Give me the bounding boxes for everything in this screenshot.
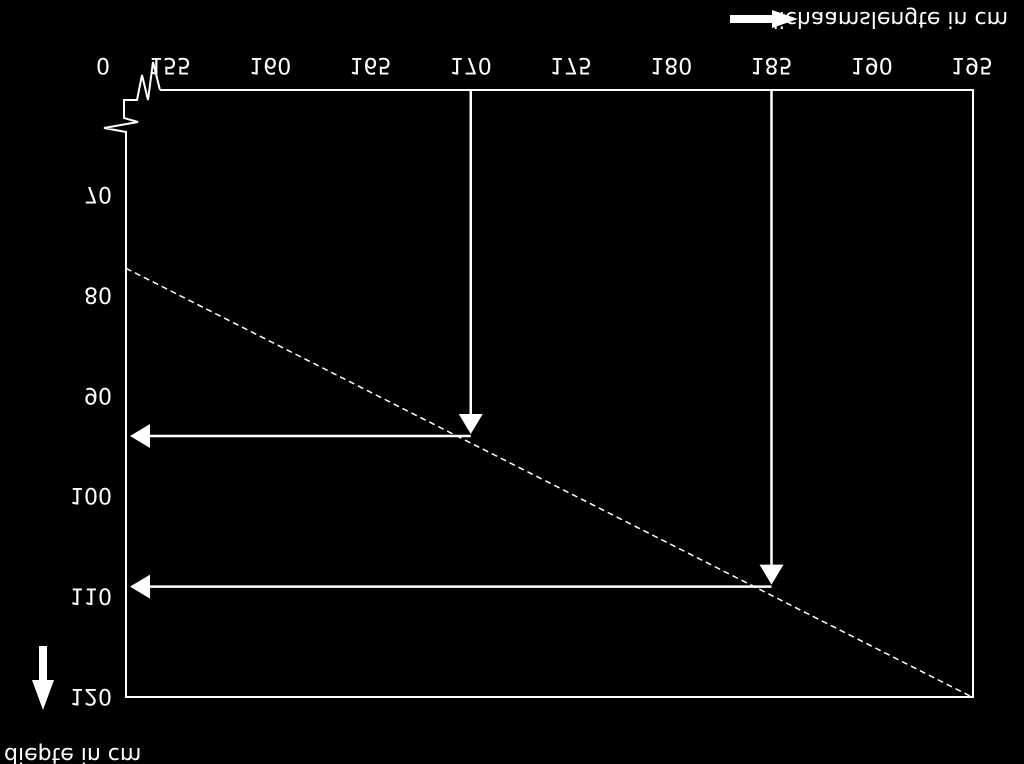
arrow-down-icon: [458, 414, 483, 434]
y-tick-label: 110: [70, 583, 112, 608]
x-tick-label: 180: [650, 52, 692, 77]
x-tick-label: 155: [149, 52, 191, 77]
y-tick-label: 90: [84, 382, 112, 407]
x-tick-label: 190: [851, 52, 893, 77]
y-tick-labels: 70 80 90 100 110 120: [70, 181, 112, 708]
origin-label: 0: [96, 52, 110, 77]
chart: 155 160 165 170 175 180 185 190 195 0 70 80 90 100 11…: [0, 0, 1024, 764]
arrow-down-icon: [32, 646, 54, 710]
y-tick-label: 100: [70, 482, 112, 507]
arrow-down-icon: [759, 564, 784, 585]
x-tick-label: 165: [350, 52, 392, 77]
x-tick-label: 175: [550, 52, 592, 77]
reading-arrows: [130, 90, 784, 599]
x-tick-label: 195: [951, 52, 993, 77]
y-tick-label: 120: [70, 683, 112, 708]
axis-frame: [125, 89, 974, 698]
x-tick-labels: 155 160 165 170 175 180 185 190 195 0: [96, 52, 993, 77]
y-tick-label: 70: [84, 181, 112, 206]
y-tick-label: 80: [84, 281, 112, 306]
plot-frame: [103, 61, 974, 698]
series-layer: [125, 267, 973, 698]
y-axis-label: diepte in cm: [4, 742, 141, 764]
dashed-line: [125, 267, 973, 698]
x-tick-label: 160: [249, 52, 291, 77]
x-tick-label: 185: [751, 52, 793, 77]
x-tick-label: 170: [450, 52, 492, 77]
axis-labels: lichaamslengte in cm diepte in cm: [4, 6, 1008, 764]
arrow-left-icon: [130, 424, 150, 448]
x-axis-label: lichaamslengte in cm: [773, 6, 1008, 31]
arrow-left-icon: [130, 574, 150, 599]
